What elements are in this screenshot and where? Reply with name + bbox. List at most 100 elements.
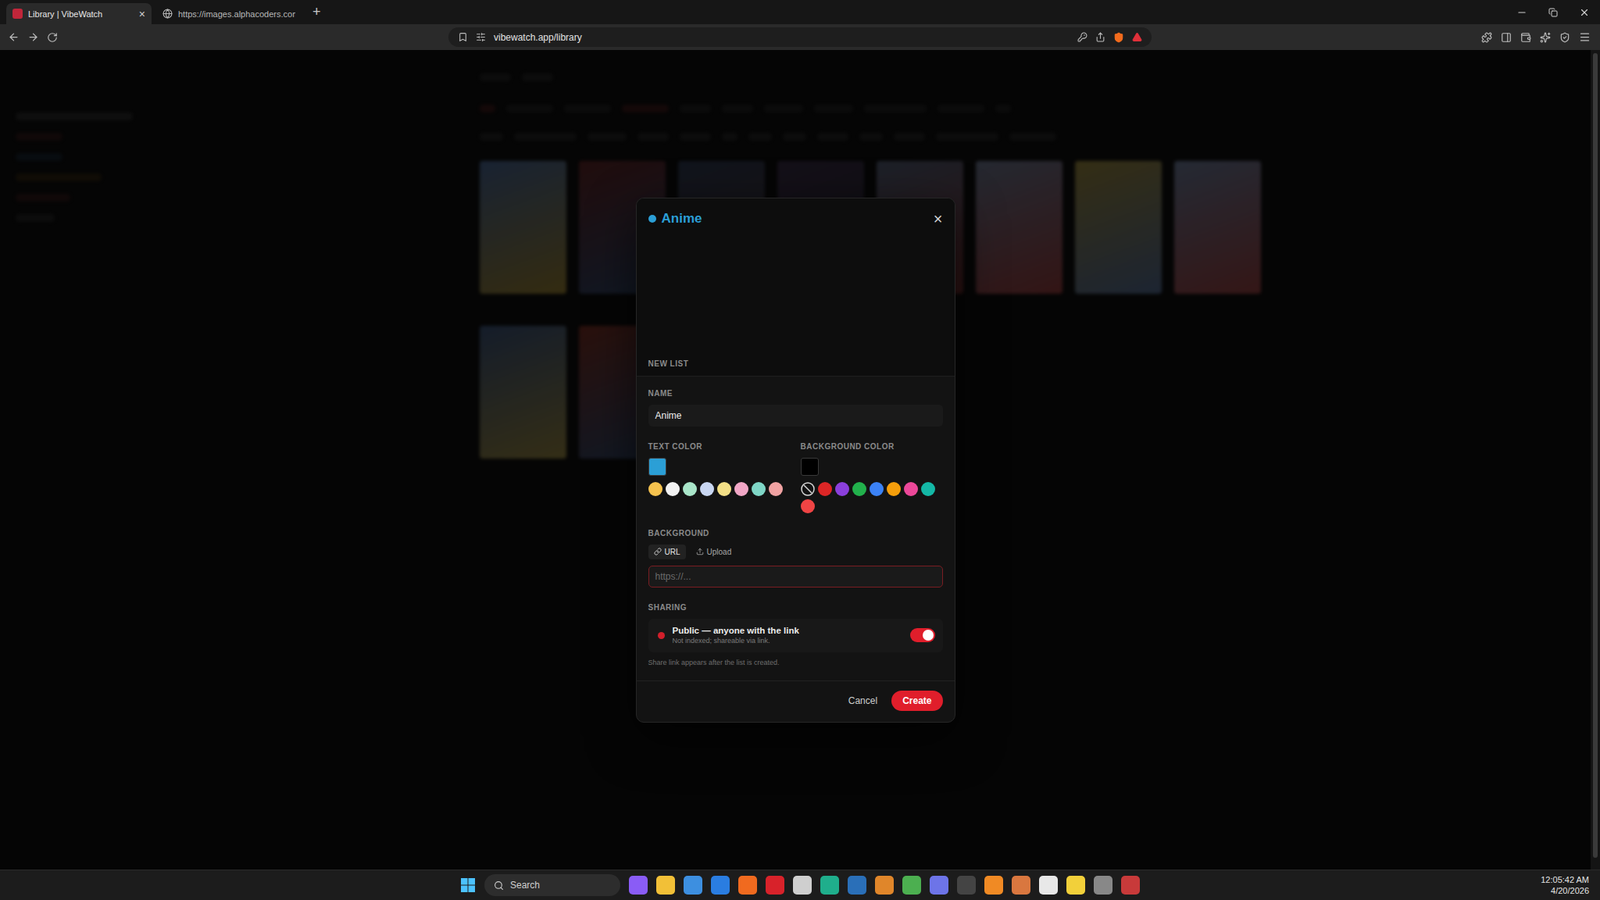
app-icon[interactable]: [1011, 875, 1031, 895]
color-swatch[interactable]: [869, 482, 884, 497]
app-icon[interactable]: [929, 875, 949, 895]
scrollbar[interactable]: [1590, 50, 1600, 870]
window-controls: [1506, 0, 1600, 25]
current-color-swatch[interactable]: [648, 457, 667, 476]
tab-label: Library | VibeWatch: [28, 9, 134, 19]
app-icon[interactable]: [847, 875, 867, 895]
browser-tab[interactable]: Library | VibeWatch ×: [6, 3, 152, 25]
sharing-subtitle: Not indexed; shareable via link.: [672, 636, 903, 645]
app-icon[interactable]: [656, 875, 675, 895]
text-color-picker: TEXT COLOR: [648, 442, 787, 514]
app-icon[interactable]: [984, 875, 1004, 895]
name-input[interactable]: Anime: [648, 404, 943, 427]
close-window-button[interactable]: [1568, 0, 1600, 25]
app-icon[interactable]: [738, 875, 758, 895]
app-icon[interactable]: [765, 875, 785, 895]
app-icon[interactable]: [957, 875, 976, 895]
upload-icon: [696, 547, 704, 556]
browser-tab[interactable]: https://images.alphacoders.com/13: [156, 3, 302, 25]
color-swatch[interactable]: [921, 482, 936, 497]
swatch-list: [648, 482, 787, 497]
app-icon[interactable]: [902, 875, 922, 895]
menu-icon[interactable]: [1578, 31, 1591, 43]
swatch-list: [800, 482, 940, 514]
color-section: TEXT COLORBACKGROUND COLOR: [648, 442, 943, 514]
screen: Library | VibeWatch × https://images.alpha…: [0, 0, 1600, 900]
current-color-swatch[interactable]: [800, 457, 819, 476]
color-swatch[interactable]: [852, 482, 867, 497]
color-swatch[interactable]: [903, 482, 918, 497]
link-icon: [653, 547, 662, 556]
taskbar-search[interactable]: Search: [484, 874, 621, 897]
reload-icon[interactable]: [46, 32, 58, 43]
app-icon[interactable]: [710, 875, 730, 895]
dialog-title: Anime: [661, 210, 929, 227]
create-button[interactable]: Create: [891, 690, 943, 711]
status-dot: [657, 632, 665, 640]
field-label: NAME: [648, 389, 943, 399]
new-list-dialog: Anime×NEW LIST NAME Anime TEXT COLORBACKGRO…: [635, 197, 956, 723]
color-swatch[interactable]: [682, 482, 697, 497]
color-swatch[interactable]: [717, 482, 732, 497]
url-input[interactable]: https://...: [648, 565, 943, 588]
share-icon[interactable]: [1095, 32, 1106, 43]
back-icon[interactable]: [7, 31, 20, 43]
restore-icon: [1548, 7, 1558, 18]
app-icon[interactable]: [820, 875, 840, 895]
wallet-icon[interactable]: [1520, 32, 1532, 43]
color-swatch[interactable]: [835, 482, 850, 497]
cancel-button[interactable]: Cancel: [846, 690, 879, 711]
rewards-icon[interactable]: [1132, 32, 1143, 43]
clock[interactable]: 12:05:42 AM4/20/2026: [1540, 874, 1600, 897]
color-swatch[interactable]: [886, 482, 901, 497]
taskbar: Search 12:05:42 AM4/20/2026: [0, 869, 1600, 900]
no-color-icon[interactable]: [800, 482, 815, 497]
leo-icon[interactable]: [1539, 32, 1551, 43]
site-settings-icon[interactable]: [475, 32, 486, 43]
brave-shield-icon[interactable]: [1113, 32, 1125, 43]
tab-close-button[interactable]: ×: [139, 8, 146, 20]
windows-start-icon[interactable]: [460, 877, 476, 893]
forward-icon[interactable]: [27, 31, 40, 43]
color-swatch[interactable]: [700, 482, 715, 497]
new-tab-button[interactable]: +: [306, 3, 328, 21]
color-swatch[interactable]: [734, 482, 749, 497]
minimize-button[interactable]: [1506, 0, 1538, 25]
color-swatch[interactable]: [768, 482, 783, 497]
page-viewport: Anime×NEW LIST NAME Anime TEXT COLORBACKGRO…: [0, 50, 1600, 870]
sharing-row: Public — anyone with the linkNot indexed…: [648, 618, 943, 653]
extensions-icon[interactable]: [1481, 32, 1493, 43]
app-icon[interactable]: [1093, 875, 1113, 895]
source-tabs: URLUpload: [648, 544, 943, 560]
app-icon[interactable]: [1066, 875, 1086, 895]
app-icon[interactable]: [875, 875, 894, 895]
app-icon[interactable]: [628, 875, 648, 895]
key-icon[interactable]: [1077, 32, 1088, 43]
scrollbar-thumb[interactable]: [1592, 53, 1598, 858]
public-toggle[interactable]: [910, 628, 936, 643]
name-section: NAME Anime: [648, 389, 943, 427]
toolbar: vibewatch.app/library: [0, 24, 1600, 50]
color-swatch[interactable]: [800, 499, 815, 514]
toggle-knob: [922, 629, 934, 641]
list-preview: Anime×NEW LIST: [636, 198, 955, 377]
background-color-picker: BACKGROUND COLOR: [800, 442, 940, 514]
sharing-section: SHARINGPublic — anyone with the linkNot …: [648, 603, 943, 667]
bookmark-icon[interactable]: [457, 32, 468, 43]
close-button[interactable]: ×: [933, 210, 943, 227]
color-swatch[interactable]: [751, 482, 766, 497]
restore-button[interactable]: [1537, 0, 1569, 25]
source-tab[interactable]: URL: [648, 544, 686, 560]
color-swatch[interactable]: [648, 482, 663, 497]
source-tab[interactable]: Upload: [690, 544, 738, 560]
color-swatch[interactable]: [817, 482, 833, 497]
color-swatch[interactable]: [665, 482, 680, 497]
app-icon[interactable]: [683, 875, 703, 895]
app-icon[interactable]: [792, 875, 812, 895]
app-icon[interactable]: [1039, 875, 1058, 895]
address-bar[interactable]: vibewatch.app/library: [448, 27, 1152, 47]
vpn-icon[interactable]: [1559, 32, 1571, 43]
address-text: vibewatch.app/library: [493, 32, 1070, 43]
sidebar-icon[interactable]: [1500, 32, 1512, 43]
app-icon[interactable]: [1121, 875, 1140, 895]
